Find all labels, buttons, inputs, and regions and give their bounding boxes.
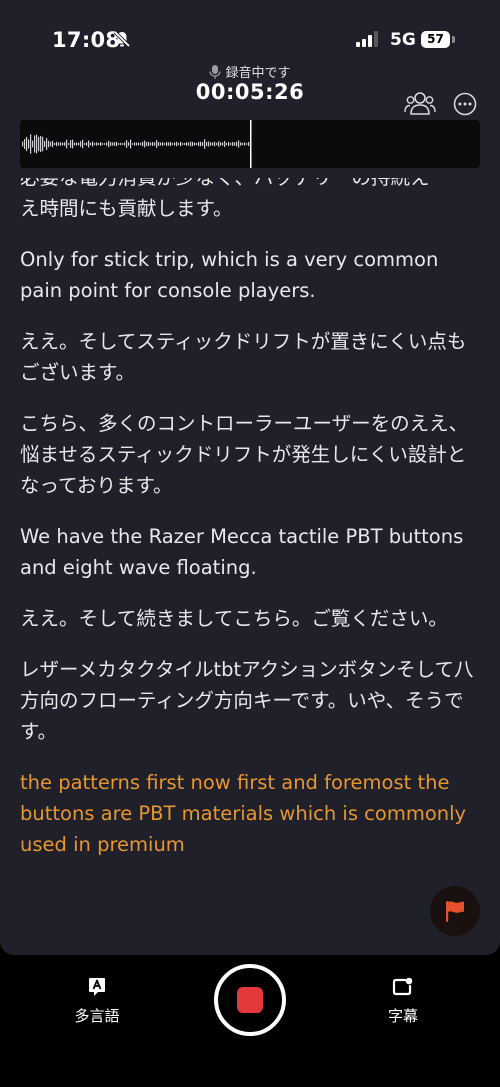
battery-icon: 57 (421, 31, 455, 48)
subtitles-tab[interactable]: 字幕 (368, 975, 438, 1030)
recording-screen: 17:08 5G 57 録音中です 00:05:26 え時間にも貢献します。 O… (0, 0, 500, 955)
transcript-segment: え時間にも貢献します。 (20, 197, 233, 220)
battery-level: 57 (427, 32, 444, 46)
multilanguage-label: 多言語 (74, 1007, 120, 1025)
transcript-segment: こちら、多くのコントローラーユーザーをのええ、悩ませるスティックドリフトが発生し… (20, 412, 469, 497)
status-time: 17:08 (52, 28, 121, 52)
subtitle-icon (392, 977, 413, 996)
transcript-segment: Only for stick trip, which is a very com… (20, 248, 439, 302)
multilanguage-tab[interactable]: 多言語 (62, 975, 132, 1030)
flag-button[interactable] (430, 886, 480, 936)
mute-icon (113, 30, 131, 48)
more-icon[interactable] (453, 92, 477, 116)
recording-status-text: 録音中です (225, 66, 291, 81)
transcript-segment: ええ。そして続きましてこちら。ご覧ください。 (20, 607, 448, 630)
subtitles-label: 字幕 (387, 1007, 418, 1025)
stop-icon (237, 987, 263, 1013)
signal-icon (356, 31, 378, 47)
transcript-live-segment: the patterns first now first and foremos… (20, 771, 467, 856)
language-icon (89, 978, 105, 996)
audio-waveform[interactable] (20, 120, 480, 168)
recording-status: 録音中です (0, 62, 500, 81)
mic-icon (209, 65, 222, 79)
transcript-segment: ええ。そしてスティックドリフトが置きにくい点もございます。 (20, 330, 467, 384)
status-bar: 17:08 5G 57 (0, 0, 500, 60)
transcript[interactable]: 必要な電力消費が少なく、バッテリーの持続ええ時間にも貢献します。 Only for… (20, 178, 480, 878)
people-icon[interactable] (404, 90, 436, 118)
transcript-segment: We have the Razer Mecca tactile PBT butt… (20, 525, 464, 579)
network-label: 5G (390, 30, 416, 50)
record-stop-button[interactable] (214, 964, 286, 1036)
flag-icon (446, 901, 464, 922)
playhead (250, 120, 252, 168)
transcript-segment: レザーメカタクタイルtbtアクションボタンそして八方向のフローティング方向キーで… (20, 658, 474, 743)
transcript-segment: 必要な電力消費が少なく、バッテリーの持続え (20, 178, 480, 193)
